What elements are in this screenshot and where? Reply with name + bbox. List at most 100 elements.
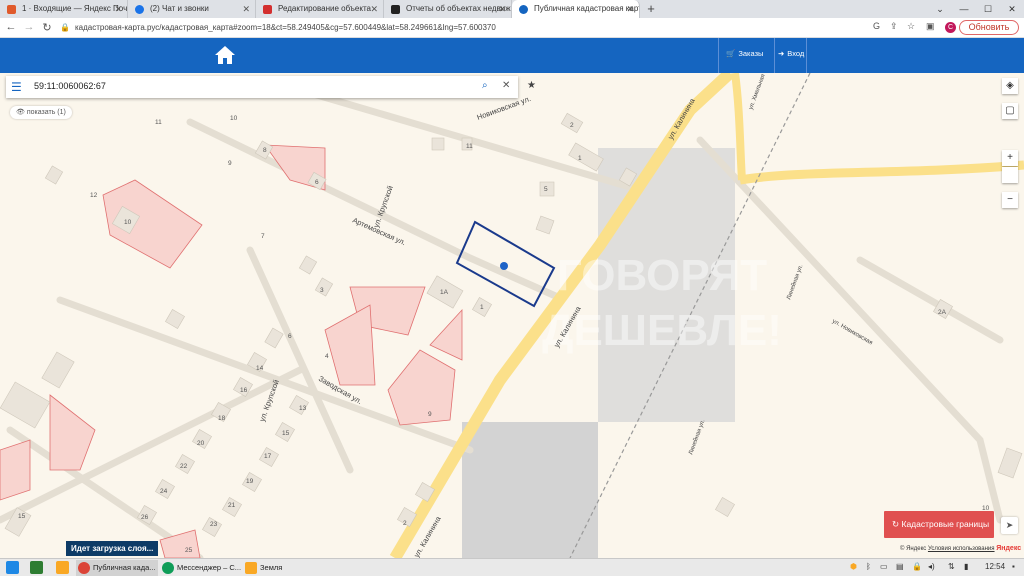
zoom-out-icon[interactable]: − <box>1002 192 1018 208</box>
lock-icon: 🔒 <box>60 23 70 32</box>
house-number: 14 <box>256 365 264 372</box>
close-tab-icon[interactable]: ✕ <box>370 0 378 18</box>
fullscreen-icon[interactable]: ▢ <box>1002 103 1018 119</box>
notifications-icon[interactable]: ▪ <box>1012 562 1015 571</box>
google-icon[interactable]: G <box>873 21 880 31</box>
cadastral-map[interactable]: ГОВОРЯТ ДЕШЕВЛЕ! ул. Калинина ул. Калини… <box>0 73 1024 558</box>
bluetooth-tray-icon[interactable]: ᛒ <box>866 562 871 571</box>
update-button[interactable]: Обновить <box>959 20 1019 35</box>
house-number: 7 <box>261 233 265 240</box>
url-field[interactable]: 🔒 кадастровая-карта.рус/кадастровая_карта… <box>60 21 860 35</box>
tab-mail[interactable]: 1 · Входящие — Яндекс Почта ✕ <box>0 0 128 18</box>
language-tray-icon[interactable]: ▤ <box>896 562 904 571</box>
house-number: 1 <box>480 304 484 311</box>
lock-tray-icon[interactable]: 🔒 <box>912 562 922 571</box>
close-tab-icon[interactable]: ✕ <box>114 0 122 18</box>
house-number: 23 <box>210 521 218 528</box>
layers-icon[interactable]: ◈ <box>1002 78 1018 94</box>
home-icon[interactable] <box>214 45 236 65</box>
menu-icon[interactable]: ☰ <box>11 80 22 94</box>
favorite-star-icon[interactable]: ★ <box>527 80 536 91</box>
cadastral-search-box: ☰ 59:11:0060062:67 ⌕ ✕ <box>6 76 518 98</box>
house-number: 8 <box>263 147 267 154</box>
app-launcher-icon[interactable] <box>30 561 43 574</box>
loading-toast: Идет загрузка слоя... <box>66 541 159 556</box>
clear-search-icon[interactable]: ✕ <box>502 80 510 91</box>
cart-icon: 🛒 <box>726 49 736 58</box>
url-text: кадастровая-карта.рус/кадастровая_карта#… <box>74 23 496 32</box>
zoom-in-icon[interactable]: + <box>1002 150 1018 166</box>
restricted-zone-area <box>462 422 598 558</box>
file-manager-icon[interactable] <box>56 561 69 574</box>
geolocation-icon[interactable]: ➤ <box>1001 517 1018 534</box>
display-tray-icon[interactable]: ▭ <box>880 562 888 571</box>
login-icon: ➜ <box>778 49 785 58</box>
minimize-icon[interactable]: — <box>952 0 976 18</box>
security-tray-icon[interactable]: ⬢ <box>850 562 857 571</box>
login-link[interactable]: ➜ Вход <box>778 49 804 58</box>
search-input[interactable]: 59:11:0060062:67 <box>34 81 106 91</box>
edit-favicon-icon <box>263 5 272 14</box>
map-canvas[interactable]: ГОВОРЯТ ДЕШЕВЛЕ! ул. Калинина ул. Калини… <box>0 73 1024 558</box>
show-results-pill[interactable]: 👁 показать (1) <box>10 106 72 119</box>
maximize-icon[interactable]: ☐ <box>976 0 1000 18</box>
os-taskbar: Публичная када... Мессенджер – С... Земл… <box>0 558 1024 576</box>
network-tray-icon[interactable]: ⇅ <box>948 562 955 571</box>
house-number: 13 <box>299 405 307 412</box>
header-divider <box>718 38 719 73</box>
mail-favicon-icon <box>7 5 16 14</box>
house-number: 12 <box>90 192 98 199</box>
tab-edit-object[interactable]: Редактирование объекта ✕ <box>256 0 384 18</box>
back-icon[interactable]: ← <box>4 21 18 33</box>
street-label: Новиковская ул. <box>476 94 532 122</box>
main-road <box>731 73 746 181</box>
tab-chat[interactable]: (2) Чат и звонки ✕ <box>128 0 256 18</box>
search-icon[interactable]: ⌕ <box>482 80 488 91</box>
taskbar-task-browser[interactable]: Публичная када... <box>76 560 158 576</box>
tab-reports[interactable]: Отчеты об объектах недвижимости ✕ <box>384 0 512 18</box>
tab-title: Отчеты об объектах недвижимости <box>406 4 511 13</box>
house-number: 3 <box>320 287 324 294</box>
volume-tray-icon[interactable]: ◂) <box>928 562 935 571</box>
house-number: 17 <box>264 453 272 460</box>
clock[interactable]: 12:54 <box>985 562 1005 571</box>
yandex-logo: Яндекс <box>996 545 1022 552</box>
bookmark-star-icon[interactable]: ☆ <box>907 21 915 32</box>
house-number: 20 <box>197 440 205 447</box>
street-label: ул. Хмельная <box>748 73 766 110</box>
close-tab-icon[interactable]: ✕ <box>626 0 634 18</box>
taskbar-task-folder[interactable]: Земля <box>243 560 313 576</box>
map-attribution: © Яндекс Условия использования Яндекс <box>900 545 1021 552</box>
browser-tab-bar: 1 · Входящие — Яндекс Почта ✕ (2) Чат и … <box>0 0 1024 18</box>
cadastral-borders-button[interactable]: ↻ Кадастровые границы <box>884 511 994 538</box>
profile-avatar[interactable]: C <box>945 22 956 33</box>
taskbar-task-messenger[interactable]: Мессенджер – С... <box>160 560 242 576</box>
tab-title: (2) Чат и звонки <box>150 4 209 13</box>
close-window-icon[interactable]: ✕ <box>1000 0 1024 18</box>
start-menu-icon[interactable] <box>6 561 19 574</box>
new-tab-button[interactable]: + <box>640 0 662 18</box>
close-tab-icon[interactable]: ✕ <box>242 0 250 18</box>
reload-icon[interactable]: ↻ <box>40 21 54 34</box>
tab-cadastral-map[interactable]: Публичная кадастровая карта ✕ <box>512 0 640 18</box>
house-number: 6 <box>315 179 319 186</box>
chrome-icon <box>162 562 174 574</box>
forward-icon[interactable]: → <box>22 21 36 33</box>
eye-icon: 👁 <box>16 109 25 116</box>
reports-favicon-icon <box>391 5 400 14</box>
zoom-slider-track[interactable] <box>1002 167 1018 183</box>
share-icon[interactable]: ⇪ <box>890 21 898 32</box>
house-number: 10 <box>124 219 132 226</box>
tab-search-icon[interactable]: ⌄ <box>928 0 952 18</box>
house-number: 4 <box>325 353 329 360</box>
battery-tray-icon[interactable]: ▮ <box>964 562 968 571</box>
tab-title: 1 · Входящие — Яндекс Почта <box>22 4 128 13</box>
selected-parcel-marker[interactable] <box>500 262 508 270</box>
close-tab-icon[interactable]: ✕ <box>498 0 506 18</box>
orders-link[interactable]: 🛒 Заказы <box>726 49 763 58</box>
house-number: 2 <box>403 520 407 527</box>
house-number: 11 <box>466 143 473 150</box>
street-label: Линейная ул. <box>785 263 804 300</box>
sidebar-icon[interactable]: ▣ <box>926 21 935 32</box>
terms-link[interactable]: Условия использования <box>928 546 995 552</box>
